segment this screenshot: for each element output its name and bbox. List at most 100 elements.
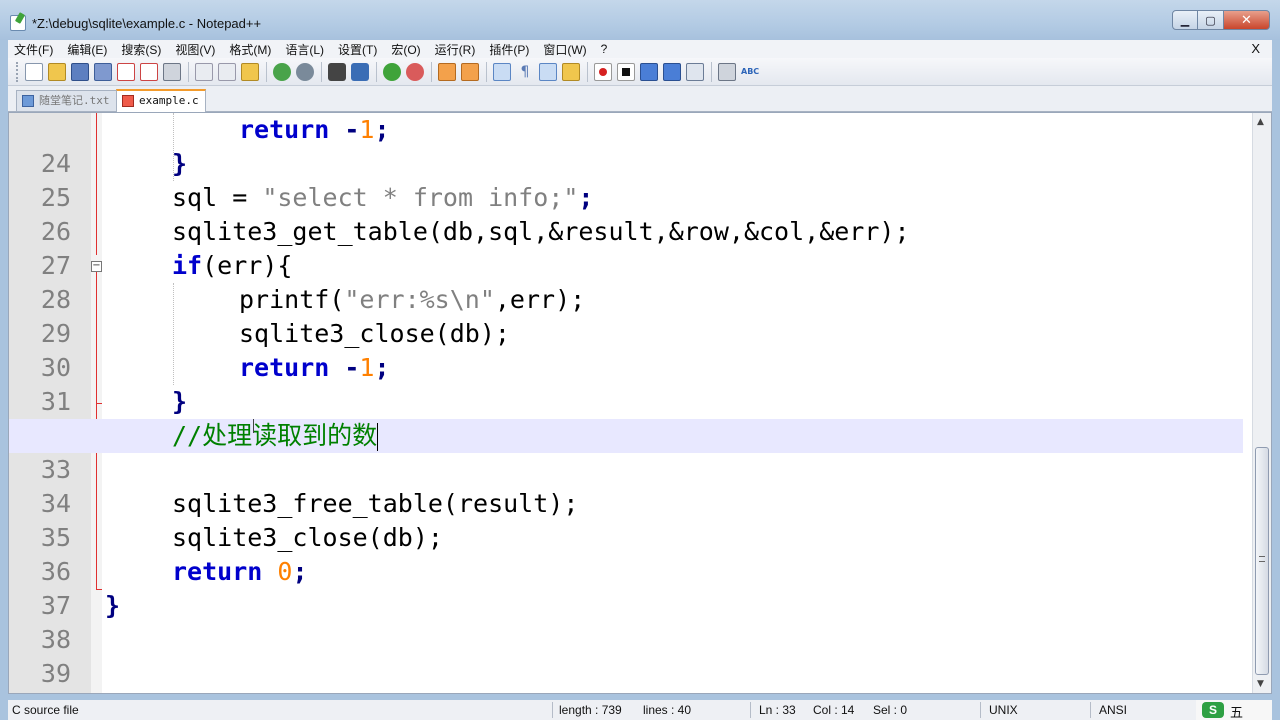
tab-example-c[interactable]: example.c (116, 89, 206, 112)
redo-icon[interactable] (296, 62, 314, 81)
indent-guide-icon[interactable] (539, 62, 557, 81)
code-text: sqlite3_close(db); (239, 319, 510, 348)
toolbar-separator (587, 61, 588, 82)
minimize-button[interactable]: ▁ (1172, 10, 1198, 30)
close-document-button[interactable]: X (1251, 41, 1260, 56)
code-line: 24 return -1; (9, 113, 1243, 178)
sogou-ime-icon: S (1202, 702, 1224, 718)
toolbar-grip[interactable] (16, 61, 19, 82)
code-text: sqlite3_get_table(db,sql,&result,&row,&c… (172, 217, 910, 246)
toolbar-separator (431, 61, 432, 82)
ime-indicator[interactable]: S 五 (1196, 700, 1272, 720)
status-column: Col : 14 (813, 703, 855, 717)
sync-v-icon[interactable] (438, 62, 456, 81)
code-line: 38 } (9, 589, 1243, 654)
copy-icon[interactable] (218, 62, 236, 81)
menu-settings[interactable]: 设置(T) (338, 41, 377, 58)
text-caret (377, 423, 379, 451)
tab-label: example.c (139, 94, 199, 107)
menu-file[interactable]: 文件(F) (14, 41, 53, 58)
status-separator (750, 702, 751, 718)
title-bar: *Z:\debug\sqlite\example.c - Notepad++ ▁… (0, 0, 1280, 40)
run-macro-multiple-icon[interactable] (663, 62, 681, 81)
scroll-up-icon[interactable]: ▲ (1257, 117, 1264, 127)
saved-file-icon (22, 95, 34, 107)
code-text: if(err){ (172, 251, 293, 280)
scroll-grip-icon (1259, 556, 1265, 562)
menu-window[interactable]: 窗口(W) (543, 41, 586, 58)
menu-bar: 文件(F) 编辑(E) 搜索(S) 视图(V) 格式(M) 语言(L) 设置(T… (8, 40, 1272, 58)
save-all-icon[interactable] (94, 62, 112, 81)
menu-format[interactable]: 格式(M) (229, 41, 271, 58)
code-editor[interactable]: − 24 return -1; 25 } 26 sql = "select * … (8, 112, 1272, 694)
save-icon[interactable] (71, 62, 89, 81)
code-line: 32 } (9, 385, 1243, 450)
close-icon[interactable] (117, 62, 135, 81)
status-file-type: C source file (12, 703, 79, 717)
show-all-chars-icon[interactable]: ¶ (516, 63, 534, 81)
code-text: } (105, 591, 121, 620)
spellcheck-icon[interactable]: ABC (741, 63, 759, 81)
code-line: 30 sqlite3_close(db); (9, 317, 1243, 382)
menu-search[interactable]: 搜索(S) (121, 41, 161, 58)
tab-notes[interactable]: 随堂笔记.txt (16, 90, 117, 111)
toolbar-separator (266, 61, 267, 82)
window-title: *Z:\debug\sqlite\example.c - Notepad++ (32, 16, 262, 31)
code-text: return 0; (172, 557, 308, 586)
status-separator (980, 702, 981, 718)
save-macro-icon[interactable] (686, 62, 704, 81)
open-folder-icon[interactable] (48, 62, 66, 81)
cut-icon[interactable] (195, 62, 213, 81)
scroll-down-icon[interactable]: ▼ (1257, 679, 1264, 689)
replace-icon[interactable] (351, 62, 369, 81)
code-line: 27 sqlite3_get_table(db,sql,&result,&row… (9, 215, 1243, 280)
code-text: sqlite3_close(db); (172, 523, 443, 552)
menu-run[interactable]: 运行(R) (435, 41, 476, 58)
toolbar-separator (321, 61, 322, 82)
doc-map-icon[interactable] (562, 62, 580, 81)
maximize-button[interactable]: ▢ (1198, 10, 1224, 30)
code-text: return -1; (239, 115, 390, 144)
menu-plugins[interactable]: 插件(P) (489, 41, 529, 58)
toolbar-separator (188, 61, 189, 82)
menu-view[interactable]: 视图(V) (175, 41, 215, 58)
code-text: } (172, 149, 188, 178)
code-text: return -1; (239, 353, 390, 382)
scrollbar-thumb[interactable] (1255, 447, 1269, 675)
stop-record-icon[interactable] (617, 62, 635, 81)
ime-mode-label: 五 (1230, 705, 1244, 720)
status-bar: C source file length : 739 lines : 40 Ln… (8, 700, 1272, 720)
status-eol: UNIX (989, 703, 1018, 717)
zoom-in-icon[interactable] (383, 62, 401, 81)
menu-language[interactable]: 语言(L) (285, 41, 324, 58)
paste-icon[interactable] (241, 62, 259, 81)
close-all-icon[interactable] (140, 62, 158, 81)
code-text: //处理读取到的数 (172, 421, 379, 451)
code-line-current: 33 //处理读取到的数 (9, 419, 1243, 487)
toolbar-separator (376, 61, 377, 82)
code-line: 25 } (9, 147, 1243, 212)
record-macro-icon[interactable] (594, 62, 612, 81)
play-macro-icon[interactable] (640, 62, 658, 81)
undo-icon[interactable] (273, 62, 291, 81)
menu-help[interactable]: ? (601, 42, 608, 56)
word-wrap-icon[interactable] (493, 62, 511, 81)
code-line: 31 return -1; (9, 351, 1243, 416)
toolbar-separator (486, 61, 487, 82)
menu-edit[interactable]: 编辑(E) (67, 41, 107, 58)
status-encoding: ANSI (1099, 703, 1128, 717)
tree-icon[interactable] (718, 62, 736, 81)
status-line: Ln : 33 (759, 703, 796, 717)
code-line: 29 printf("err:%s\n",err); (9, 283, 1243, 348)
code-text: printf("err:%s\n",err); (239, 285, 586, 314)
sync-h-icon[interactable] (461, 62, 479, 81)
new-file-icon[interactable] (25, 62, 43, 81)
close-window-button[interactable]: ✕ (1224, 10, 1270, 30)
status-separator (1090, 702, 1091, 718)
find-icon[interactable] (328, 62, 346, 81)
vertical-scrollbar[interactable]: ▲ ▼ (1252, 113, 1271, 693)
zoom-out-icon[interactable] (406, 62, 424, 81)
notepadpp-app-icon[interactable] (10, 15, 26, 31)
menu-macro[interactable]: 宏(O) (391, 41, 420, 58)
print-icon[interactable] (163, 62, 181, 81)
